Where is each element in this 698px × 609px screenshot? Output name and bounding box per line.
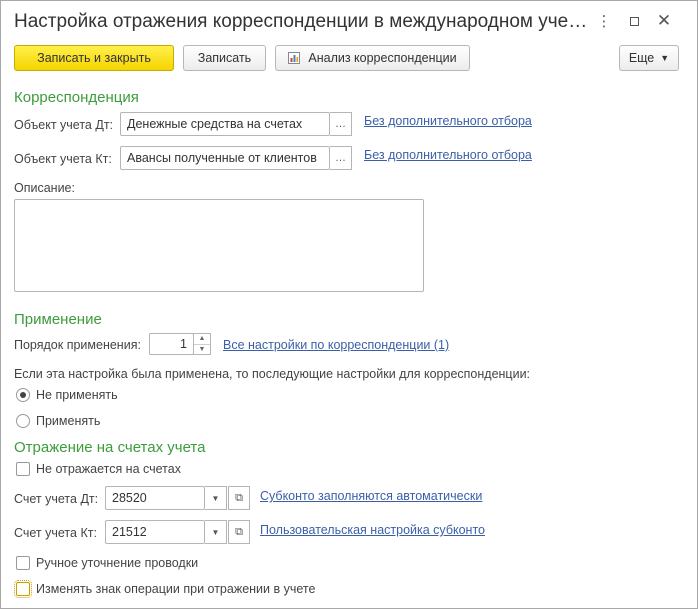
kt-object-select-button[interactable]: … xyxy=(330,146,352,170)
radio-button[interactable] xyxy=(16,388,30,402)
close-icon: ✕ xyxy=(656,11,672,30)
more-actions-icon[interactable]: ⋮ xyxy=(591,9,617,33)
dropdown-arrow-icon: ▼ xyxy=(211,493,220,503)
settings-window: Настройка отражения корреспонденции в ме… xyxy=(0,0,698,609)
dt-object-label: Объект учета Дт: xyxy=(14,118,114,132)
analysis-label: Анализ корреспонденции xyxy=(308,51,457,65)
radio-option-apply[interactable]: Применять xyxy=(16,414,100,428)
dt-object-select-button[interactable]: … xyxy=(330,112,352,136)
open-icon: ⧉ xyxy=(235,491,243,504)
correspondence-analysis-button[interactable]: Анализ корреспонденции xyxy=(275,45,470,71)
more-label: Еще xyxy=(628,51,655,65)
radio-option-not-apply[interactable]: Не применять xyxy=(16,388,118,402)
description-label: Описание: xyxy=(14,181,75,195)
manual-refinement-checkbox[interactable] xyxy=(16,556,30,570)
application-heading: Применение xyxy=(14,311,102,328)
window-title: Настройка отражения корреспонденции в ме… xyxy=(14,11,588,32)
save-button[interactable]: Записать xyxy=(183,45,266,71)
dt-object-field[interactable]: Денежные средства на счетах xyxy=(120,112,330,136)
window-restore-button[interactable] xyxy=(621,9,647,33)
kt-object-field[interactable]: Авансы полученные от клиентов xyxy=(120,146,330,170)
dt-account-dropdown-button[interactable]: ▼ xyxy=(205,486,227,510)
manual-refinement-label: Ручное уточнение проводки xyxy=(36,556,199,570)
not-reflected-label: Не отражается на счетах xyxy=(36,462,181,476)
accounts-heading: Отражение на счетах учета xyxy=(14,439,206,456)
radio-label: Применять xyxy=(36,414,101,428)
not-reflected-checkbox-row[interactable]: Не отражается на счетах xyxy=(16,462,181,476)
kt-filter-link[interactable]: Без дополнительного отбора xyxy=(364,148,532,162)
dropdown-arrow-icon: ▼ xyxy=(211,527,220,537)
stepper-down-icon[interactable]: ▼ xyxy=(194,345,210,355)
all-settings-link[interactable]: Все настройки по корреспонденции (1) xyxy=(223,338,449,352)
restore-icon xyxy=(629,16,639,26)
stepper-up-icon[interactable]: ▲ xyxy=(194,334,210,345)
dropdown-arrow-icon: ▼ xyxy=(660,53,670,63)
kt-account-open-button[interactable]: ⧉ xyxy=(228,520,250,544)
dt-filter-link[interactable]: Без дополнительного отбора xyxy=(364,114,532,128)
correspondence-heading: Корреспонденция xyxy=(14,89,139,106)
description-textarea[interactable] xyxy=(14,199,424,292)
save-and-close-label: Записать и закрыть xyxy=(37,51,151,65)
change-sign-label: Изменять знак операции при отражении в у… xyxy=(36,582,316,596)
kt-account-label: Счет учета Кт: xyxy=(14,526,97,540)
open-icon: ⧉ xyxy=(235,525,243,538)
dt-account-open-button[interactable]: ⧉ xyxy=(228,486,250,510)
dt-subconto-link[interactable]: Субконто заполняются автоматически xyxy=(260,489,482,503)
order-label: Порядок применения: xyxy=(14,338,141,352)
dt-account-label: Счет учета Дт: xyxy=(14,492,99,506)
kt-account-field[interactable]: 21512 xyxy=(105,520,205,544)
more-button[interactable]: Еще ▼ xyxy=(619,45,679,71)
kt-object-label: Объект учета Кт: xyxy=(14,152,112,166)
change-sign-checkbox[interactable] xyxy=(14,580,32,598)
save-label: Записать xyxy=(197,51,252,65)
dt-account-field[interactable]: 28520 xyxy=(105,486,205,510)
report-icon xyxy=(288,52,301,64)
application-note: Если эта настройка была применена, то по… xyxy=(14,367,531,381)
kt-subconto-link[interactable]: Пользовательская настройка субконто xyxy=(260,523,485,537)
change-sign-checkbox-row[interactable]: Изменять знак операции при отражении в у… xyxy=(14,580,316,598)
order-field[interactable]: 1 xyxy=(149,333,194,355)
manual-refinement-checkbox-row[interactable]: Ручное уточнение проводки xyxy=(16,556,198,570)
save-and-close-button[interactable]: Записать и закрыть xyxy=(14,45,174,71)
radio-label: Не применять xyxy=(36,388,118,402)
radio-selected-dot xyxy=(20,392,26,398)
radio-button[interactable] xyxy=(16,414,30,428)
kt-account-dropdown-button[interactable]: ▼ xyxy=(205,520,227,544)
not-reflected-checkbox[interactable] xyxy=(16,462,30,476)
order-stepper[interactable]: ▲ ▼ xyxy=(193,333,211,355)
window-close-button[interactable]: ✕ xyxy=(651,9,677,33)
